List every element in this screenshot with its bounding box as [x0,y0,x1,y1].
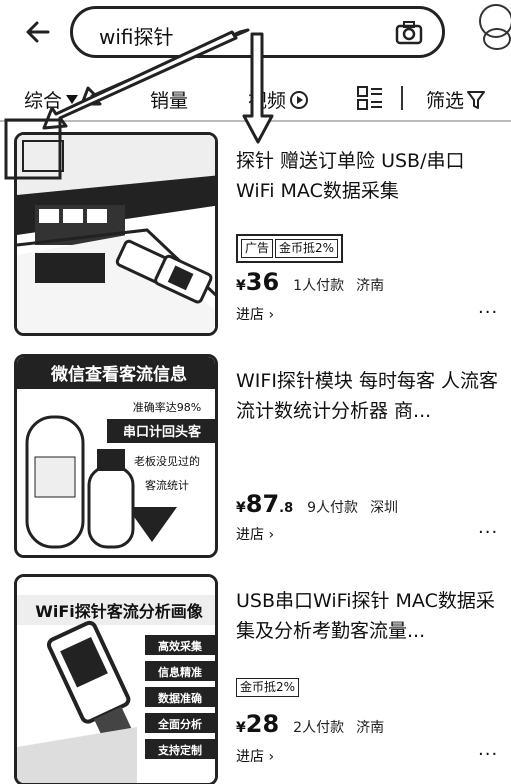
filter-label: 筛选 [426,90,465,112]
search-input[interactable]: wifi探针 [70,6,445,58]
coin-discount-tag: 金币抵2% [275,239,339,258]
product-price: 36 [246,268,279,296]
video-label: 视频 [248,90,287,112]
more-options-icon[interactable]: ··· [478,522,498,543]
price-integer: 87 [245,490,280,518]
scroll-handle-lower [483,28,511,50]
currency-symbol: ¥ [236,720,246,736]
thumb-feature-1: 高效采集 [158,639,203,653]
thumb-return-customer-text: 串口计回头客 [123,424,202,440]
thumb-feature-5: 支持定制 [157,743,202,757]
filter-button[interactable]: 筛选 [426,86,486,113]
price-row: ¥ 87.8 9人付款 深圳 [236,490,410,518]
enter-store-label: 进店 [236,749,264,765]
price-integer: 28 [245,710,280,738]
payers-count: 9人付款 [307,500,359,516]
product-price: 28 [246,710,279,738]
thumb-boss-text: 老板没见过的 [134,454,200,468]
camera-icon[interactable] [395,21,423,45]
product-thumbnail[interactable] [14,132,218,336]
usb-dongle-image [17,135,215,333]
thumb-accuracy-text: 准确率达98% [133,400,201,414]
ad-tag: 广告 [241,239,274,258]
sort-dropdown[interactable]: 综合 [24,86,79,113]
thumb-banner-text: 微信查看客流信息 [50,364,187,385]
enter-store-label: 进店 [236,527,264,543]
coin-discount-tag: 金币抵2% [236,678,300,697]
wifi-probe-device-image: 微信查看客流信息 准确率达98% 串口计回头客 老板没见过的 客流统计 [17,357,215,555]
seller-location: 深圳 [370,500,399,516]
price-row: ¥ 28 2人付款 济南 [236,710,396,738]
wifi-analytics-image: WiFi探针客流分析画像 高效采集 信息精准 数据准确 全面分析 支持定制 [17,577,215,783]
currency-symbol: ¥ [236,500,246,516]
currency-symbol: ¥ [236,278,246,294]
search-query-text: wifi探针 [99,25,174,49]
payers-count: 2人付款 [293,720,345,736]
product-title[interactable]: 探针 赠送订单险 USB/串口WiFi MAC数据采集 [236,146,498,206]
toolbar-divider [401,86,403,110]
filter-bar: 综合 销量 视频 筛选 [0,74,511,122]
play-icon [290,90,309,109]
thumb-feature-4: 全面分析 [157,717,202,731]
product-thumbnail[interactable]: 微信查看客流信息 准确率达98% 串口计回头客 老板没见过的 客流统计 [14,354,218,558]
price-row: ¥ 36 1人付款 济南 [236,268,396,296]
more-options-icon[interactable]: ··· [478,744,498,765]
more-options-icon[interactable]: ··· [478,302,498,323]
product-price: 87.8 [246,490,293,518]
seller-location: 济南 [356,720,385,736]
product-tags: 金币抵2% [236,678,300,697]
caret-down-icon [66,95,79,104]
funnel-icon [467,90,486,109]
price-decimal: .8 [279,501,294,516]
payers-count: 1人付款 [293,278,345,294]
product-title[interactable]: USB串口WiFi探针 MAC数据采集及分析考勤客流量... [236,586,498,646]
product-thumbnail[interactable]: WiFi探针客流分析画像 高效采集 信息精准 数据准确 全面分析 支持定制 [14,574,218,784]
thumb-stats-text: 客流统计 [145,478,189,492]
video-filter-button[interactable]: 视频 [248,86,309,113]
thumb-banner-text: WiFi探针客流分析画像 [35,602,204,621]
sales-sort-button[interactable]: 销量 [150,86,188,113]
price-integer: 36 [245,268,280,296]
seller-location: 济南 [356,278,385,294]
thumb-feature-3: 数据准确 [158,691,202,705]
sales-label: 销量 [150,90,189,112]
enter-store-label: 进店 [236,307,264,323]
thumb-feature-2: 信息精准 [158,665,202,679]
enter-store-link[interactable]: 进店 › [236,746,274,766]
search-bar: wifi探针 [0,0,511,66]
grid-view-icon[interactable] [357,86,383,110]
back-arrow-icon[interactable] [24,18,52,46]
enter-store-link[interactable]: 进店 › [236,304,274,324]
sort-label: 综合 [24,90,63,112]
enter-store-link[interactable]: 进店 › [236,524,274,544]
product-tags: 广告 金币抵2% [236,234,344,263]
product-title[interactable]: WIFI探针模块 每时每客 人流客流计数统计分析器 商... [236,366,498,426]
